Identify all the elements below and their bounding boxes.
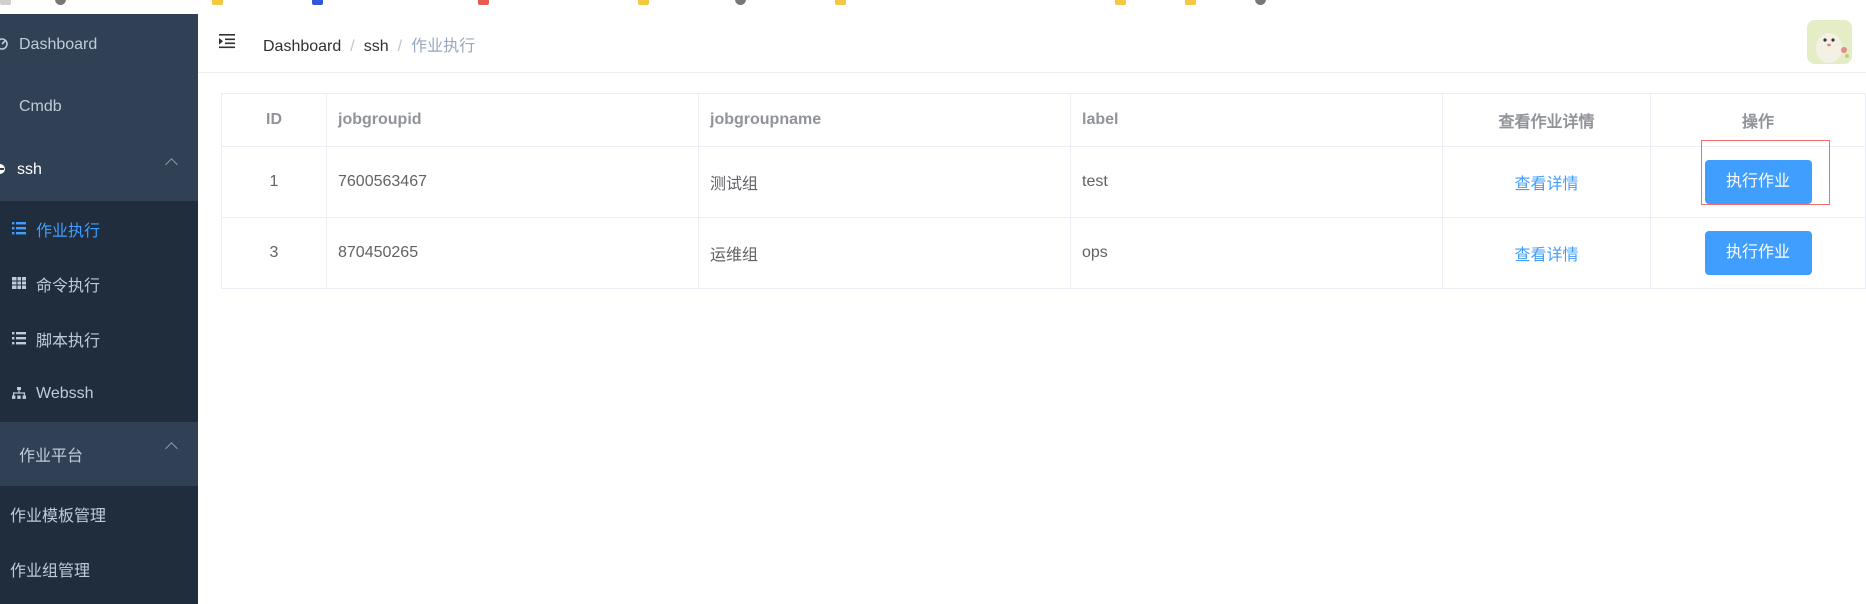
sidebar-item-job-platform[interactable]: 作业平台 <box>0 422 198 486</box>
column-header-label: label <box>1070 93 1443 147</box>
cell-detail: 查看详情 <box>1442 217 1651 289</box>
cell-id: 1 <box>221 146 327 218</box>
bookmark-item[interactable] <box>638 0 654 6</box>
sidebar: Dashboard Cmdb ssh 作业执行 命令执行 脚本执行 Webssh… <box>0 14 198 604</box>
ssh-icon <box>0 163 7 177</box>
breadcrumb-separator: / <box>397 38 403 55</box>
sidebar-item-ssh[interactable]: ssh <box>0 138 198 201</box>
list-icon <box>12 331 26 346</box>
folder-icon <box>212 0 223 5</box>
bookmarks-bar <box>0 0 1866 14</box>
bookmark-icon <box>478 0 489 5</box>
bookmark-item[interactable] <box>212 0 228 6</box>
view-detail-link[interactable]: 查看详情 <box>1514 176 1578 193</box>
view-detail-link[interactable]: 查看详情 <box>1514 247 1578 264</box>
cell-jobgroupid: 870450265 <box>326 217 699 289</box>
sidebar-item-job-group[interactable]: 作业组管理 <box>0 541 208 596</box>
sidebar-item-job-template[interactable]: 作业模板管理 <box>0 486 208 541</box>
breadcrumb-item[interactable]: ssh <box>364 38 389 55</box>
avatar[interactable] <box>1807 20 1852 64</box>
column-header-jobgroupname: jobgroupname <box>698 93 1071 147</box>
list-icon <box>12 221 26 236</box>
cell-action: 执行作业 <box>1650 217 1866 289</box>
table-row: 3 870450265 运维组 ops 查看详情 执行作业 <box>221 217 1866 289</box>
breadcrumb-item-current: 作业执行 <box>411 38 476 55</box>
sidebar-item-label: 命令执行 <box>36 277 101 295</box>
sidebar-item-label: 作业平台 <box>19 448 84 465</box>
column-header-detail: 查看作业详情 <box>1442 93 1651 147</box>
cell-jobgroupname: 运维组 <box>698 217 1071 289</box>
bookmark-icon <box>55 0 66 5</box>
cmdb-icon <box>0 100 9 114</box>
column-header-id: ID <box>221 93 327 147</box>
bookmark-item[interactable] <box>55 0 71 6</box>
bookmark-icon <box>0 0 11 5</box>
column-header-action: 操作 <box>1650 93 1866 147</box>
cell-action: 执行作业 <box>1650 146 1866 218</box>
execute-job-button[interactable]: 执行作业 <box>1704 160 1812 204</box>
bookmark-item[interactable] <box>735 0 751 6</box>
folder-icon <box>1115 0 1126 5</box>
execute-job-button[interactable]: 执行作业 <box>1704 231 1812 275</box>
cell-id: 3 <box>221 217 327 289</box>
cell-detail: 查看详情 <box>1442 146 1651 218</box>
chevron-up-icon <box>165 158 178 171</box>
breadcrumb-separator: / <box>350 38 355 55</box>
folder-icon <box>835 0 846 5</box>
cell-label: test <box>1070 146 1443 218</box>
table-icon <box>12 276 26 291</box>
sidebar-item-script-exec[interactable]: 脚本执行 <box>0 311 210 366</box>
bookmark-item[interactable] <box>312 0 328 6</box>
bookmark-item[interactable] <box>0 0 16 6</box>
breadcrumb-item[interactable]: Dashboard <box>263 38 341 55</box>
bookmark-icon <box>1255 0 1266 5</box>
cell-jobgroupname: 测试组 <box>698 146 1071 218</box>
sidebar-item-dashboard[interactable]: Dashboard <box>0 14 198 76</box>
bookmark-item[interactable] <box>1185 0 1201 6</box>
sidebar-item-cmd-exec[interactable]: 命令执行 <box>0 256 210 311</box>
platform-icon <box>0 447 9 461</box>
column-header-jobgroupid: jobgroupid <box>326 93 699 147</box>
breadcrumb: Dashboard / ssh / 作业执行 <box>263 32 475 56</box>
sidebar-item-label: 作业组管理 <box>10 562 91 580</box>
sidebar-item-label: Cmdb <box>19 98 62 115</box>
sidebar-item-label: 作业模板管理 <box>10 507 107 525</box>
cell-jobgroupid: 7600563467 <box>326 146 699 218</box>
sidebar-item-label: 作业执行 <box>36 222 101 240</box>
bookmark-icon <box>312 0 323 5</box>
sidebar-item-webssh[interactable]: Webssh <box>0 366 210 422</box>
bookmark-item[interactable] <box>1255 0 1271 6</box>
table-row: 1 7600563467 测试组 test 查看详情 执行作业 <box>221 146 1866 218</box>
sidebar-item-label: Dashboard <box>19 36 98 53</box>
job-group-table: ID jobgroupid jobgroupname label 查看作业详情 … <box>221 93 1866 289</box>
navbar: Dashboard / ssh / 作业执行 <box>198 14 1866 73</box>
bookmark-item[interactable] <box>478 0 494 6</box>
cell-label: ops <box>1070 217 1443 289</box>
sidebar-item-label: 脚本执行 <box>36 332 101 350</box>
bookmark-icon <box>735 0 746 5</box>
sidebar-item-label: Webssh <box>36 385 94 402</box>
dashboard-icon <box>0 38 9 52</box>
bookmark-item[interactable] <box>835 0 851 6</box>
chevron-up-icon <box>165 442 178 455</box>
folder-icon <box>638 0 649 5</box>
table-header-row: ID jobgroupid jobgroupname label 查看作业详情 … <box>221 93 1866 147</box>
bookmark-item[interactable] <box>1115 0 1131 6</box>
sidebar-item-cmdb[interactable]: Cmdb <box>0 76 198 138</box>
sidebar-item-label: ssh <box>17 160 42 178</box>
sitemap-icon <box>12 387 26 401</box>
hamburger-icon[interactable] <box>219 33 237 49</box>
folder-icon <box>1185 0 1196 5</box>
sidebar-item-job-exec[interactable]: 作业执行 <box>0 201 210 256</box>
